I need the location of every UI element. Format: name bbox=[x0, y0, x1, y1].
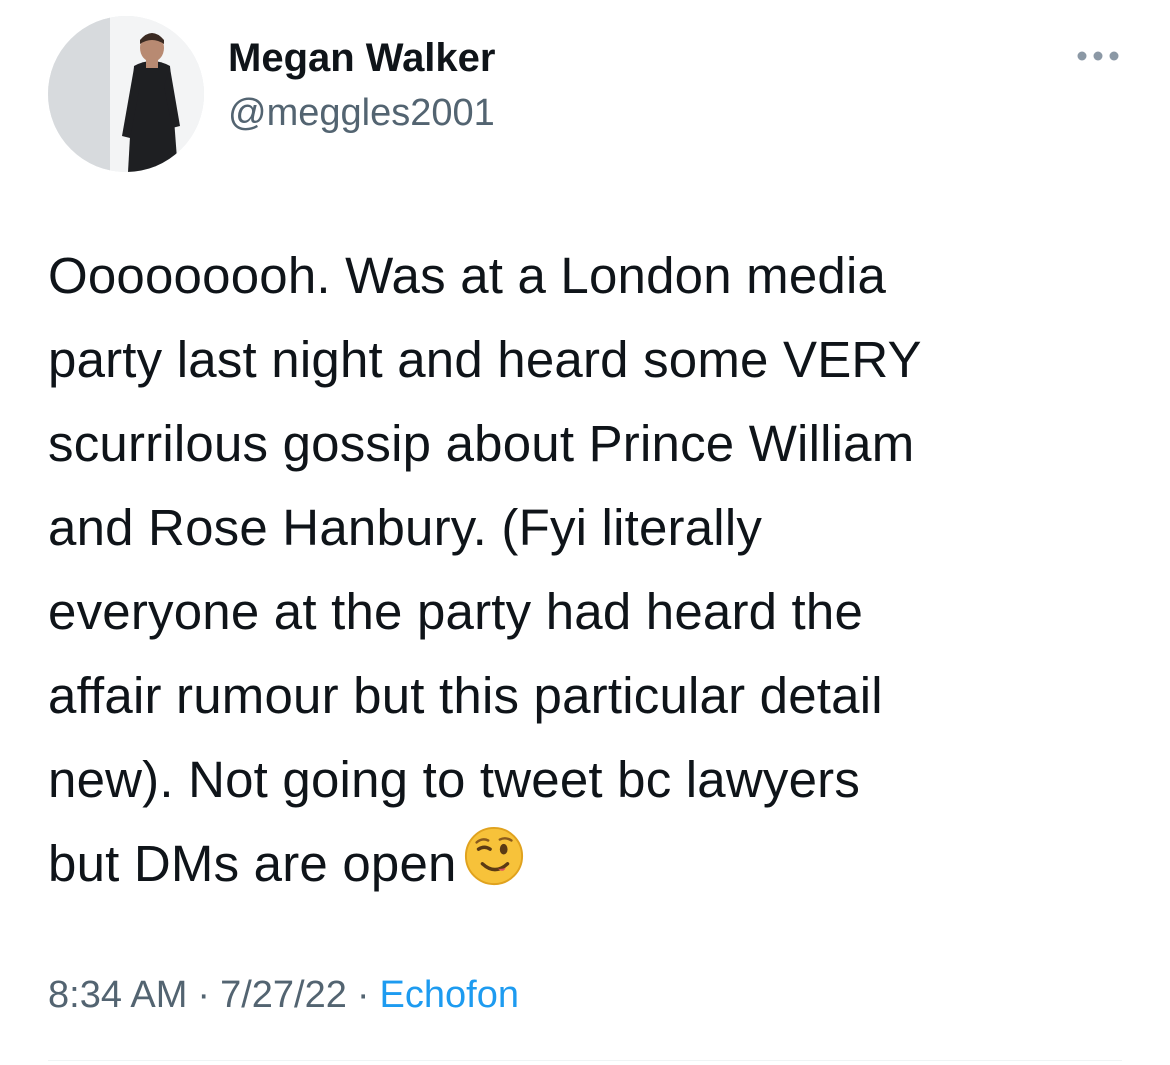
author-display-name[interactable]: Megan Walker bbox=[228, 38, 495, 78]
author-handle[interactable]: @meggles2001 bbox=[228, 94, 495, 132]
tweet-time[interactable]: 8:34 AM bbox=[48, 974, 187, 1016]
tweet-text-line: party last night and heard some VERY bbox=[48, 331, 922, 388]
more-horizontal-icon bbox=[1077, 51, 1119, 61]
tweet-source-link[interactable]: Echofon bbox=[380, 974, 519, 1016]
more-options-button[interactable] bbox=[1076, 44, 1120, 68]
meta-separator: · bbox=[356, 974, 370, 1016]
tweet-text-line: affair rumour but this particular detail bbox=[48, 667, 883, 724]
tweet-card: Megan Walker @meggles2001 Ooooooooh. Was… bbox=[0, 0, 1170, 1065]
avatar-photo bbox=[48, 16, 204, 172]
winking-face-icon bbox=[463, 825, 525, 912]
divider bbox=[48, 1060, 1122, 1061]
tweet-date[interactable]: 7/27/22 bbox=[220, 974, 347, 1016]
tweet-text: Ooooooooh. Was at a London media party la… bbox=[48, 234, 1128, 912]
tweet-text-line: Ooooooooh. Was at a London media bbox=[48, 247, 887, 304]
tweet-text-line-last: but DMs are open bbox=[48, 822, 1128, 912]
tweet-text-line: and Rose Hanbury. (Fyi literally bbox=[48, 499, 763, 556]
tweet-text-line: but DMs are open bbox=[48, 835, 457, 892]
tweet-text-line: new). Not going to tweet bc lawyers bbox=[48, 751, 861, 808]
meta-separator: · bbox=[197, 974, 211, 1016]
tweet-text-line: everyone at the party had heard the bbox=[48, 583, 864, 640]
avatar[interactable] bbox=[48, 16, 204, 172]
tweet-text-line: scurrilous gossip about Prince William bbox=[48, 415, 915, 472]
tweet-meta: 8:34 AM · 7/27/22 · Echofon bbox=[48, 976, 519, 1014]
